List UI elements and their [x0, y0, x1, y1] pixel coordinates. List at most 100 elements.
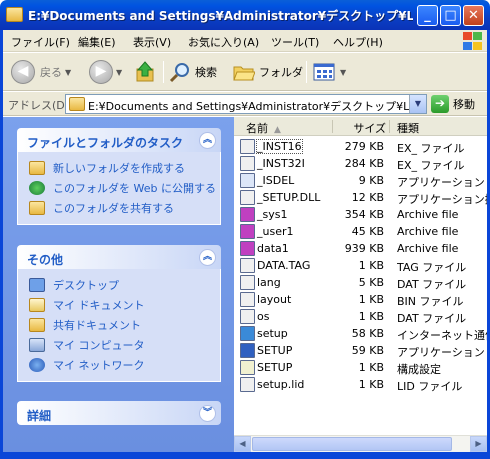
file-size: 9 KB [358, 174, 384, 187]
menu-favorites[interactable]: お気に入り(A) [188, 34, 259, 50]
file-row[interactable]: lang 5 KB DAT ファイル [234, 274, 487, 291]
chevron-down-icon[interactable]: ︾ [199, 405, 216, 422]
maximize-button[interactable]: □ [440, 5, 461, 26]
scroll-thumb[interactable] [252, 437, 452, 451]
forward-button[interactable]: ▶ ▼ [89, 59, 122, 85]
panel-title: その他 [27, 253, 64, 267]
menu-edit[interactable]: 編集(E) [78, 34, 116, 50]
file-size: 1 KB [358, 378, 384, 391]
file-row[interactable]: data1 939 KB Archive file [234, 240, 487, 257]
address-dropdown-button[interactable]: ▼ [409, 95, 426, 113]
my-network-link[interactable]: マイ ネットワーク [18, 355, 220, 375]
search-icon [169, 63, 189, 83]
file-size: 1 KB [358, 293, 384, 306]
file-row[interactable]: _INST16 279 KB EX_ ファイル [234, 138, 487, 155]
chevron-up-icon[interactable]: ︽ [199, 249, 216, 266]
menu-view[interactable]: 表示(V) [133, 34, 171, 50]
file-icon [240, 190, 255, 205]
file-name: lang [257, 276, 281, 289]
search-label: 検索 [195, 66, 217, 79]
file-row[interactable]: DATA.TAG 1 KB TAG ファイル [234, 257, 487, 274]
panel-title: 詳細 [27, 409, 52, 423]
panel-header[interactable]: 詳細 ︾ [17, 401, 221, 425]
file-row[interactable]: _SETUP.DLL 12 KB アプリケーション拡張 [234, 189, 487, 206]
file-icon [240, 207, 255, 222]
publish-web-task[interactable]: このフォルダを Web に公開する [18, 178, 220, 198]
task-label: 共有ドキュメント [53, 319, 141, 332]
panel-header[interactable]: ファイルとフォルダのタスク ︽ [17, 128, 221, 152]
file-row[interactable]: SETUP 59 KB アプリケーション [234, 342, 487, 359]
column-type-header[interactable]: 種類 [397, 120, 419, 136]
my-computer-link[interactable]: マイ コンピュータ [18, 335, 220, 355]
file-type: Archive file [397, 225, 459, 238]
horizontal-scrollbar[interactable]: ◀ ▶ [234, 435, 487, 452]
views-button[interactable]: ▼ [313, 59, 346, 85]
go-button[interactable]: ➔ 移動 [431, 95, 475, 113]
desktop-link[interactable]: デスクトップ [18, 275, 220, 295]
up-folder-button[interactable] [135, 59, 157, 85]
file-name: _INST32I [257, 157, 305, 170]
my-computer-icon [29, 338, 45, 352]
file-type: EX_ ファイル [397, 142, 465, 155]
file-icon [240, 360, 255, 375]
file-row[interactable]: os 1 KB DAT ファイル [234, 308, 487, 325]
my-documents-link[interactable]: マイ ドキュメント [18, 295, 220, 315]
file-row[interactable]: setup 58 KB インターネット通信設定 [234, 325, 487, 342]
minimize-button[interactable]: _ [417, 5, 438, 26]
folders-button[interactable]: フォルダ [233, 59, 303, 85]
menu-tools[interactable]: ツール(T) [271, 34, 319, 50]
column-size-header[interactable]: サイズ [342, 120, 386, 136]
shared-folder-icon [29, 201, 45, 215]
file-row[interactable]: SETUP 1 KB 構成設定 [234, 359, 487, 376]
chevron-up-icon[interactable]: ︽ [199, 132, 216, 149]
file-row[interactable]: setup.lid 1 KB LID ファイル [234, 376, 487, 393]
my-network-icon [29, 358, 45, 372]
forward-arrow-icon: ▶ [89, 60, 113, 84]
file-name: _ISDEL [257, 174, 295, 187]
file-icon [240, 139, 255, 154]
sort-ascending-icon: ▲ [274, 125, 281, 135]
file-name: SETUP [257, 344, 293, 357]
file-row[interactable]: _INST32I 284 KB EX_ ファイル [234, 155, 487, 172]
go-arrow-icon: ➔ [431, 95, 449, 113]
file-icon [240, 258, 255, 273]
task-label: マイ コンピュータ [53, 339, 145, 352]
scroll-right-icon[interactable]: ▶ [470, 436, 487, 452]
file-type: インターネット通信設定 [397, 329, 487, 342]
file-name: DATA.TAG [257, 259, 311, 272]
file-row[interactable]: _ISDEL 9 KB アプリケーション [234, 172, 487, 189]
window-title: E:¥Documents and Settings¥Administrator¥… [28, 9, 413, 23]
column-header: 名前 ▲ サイズ 種類 [234, 117, 487, 136]
address-input[interactable]: E:¥Documents and Settings¥Administrator¥… [65, 94, 427, 114]
file-icon [240, 326, 255, 341]
new-folder-task[interactable]: 新しいフォルダを作成する [18, 158, 220, 178]
search-button[interactable]: 検索 [169, 59, 217, 85]
back-label: 戻る [40, 66, 62, 79]
share-folder-task[interactable]: このフォルダを共有する [18, 198, 220, 218]
file-icon [240, 343, 255, 358]
file-name: layout [257, 293, 292, 306]
file-type: BIN ファイル [397, 295, 464, 308]
toolbar: ◀ 戻る ▼ ▶ ▼ 検索 フォルダ ▼ [3, 53, 487, 91]
file-icon [240, 275, 255, 290]
scroll-left-icon[interactable]: ◀ [234, 436, 251, 452]
column-label: 名前 [246, 122, 268, 135]
shared-documents-link[interactable]: 共有ドキュメント [18, 315, 220, 335]
file-size: 45 KB [351, 225, 384, 238]
folders-label: フォルダ [259, 66, 303, 79]
file-icon [240, 224, 255, 239]
back-button[interactable]: ◀ 戻る ▼ [11, 59, 71, 85]
file-row[interactable]: layout 1 KB BIN ファイル [234, 291, 487, 308]
file-size: 354 KB [344, 208, 384, 221]
file-type: Archive file [397, 242, 459, 255]
file-row[interactable]: _sys1 354 KB Archive file [234, 206, 487, 223]
menu-file[interactable]: ファイル(F) [11, 34, 70, 50]
column-name-header[interactable]: 名前 ▲ [246, 120, 281, 136]
file-type: DAT ファイル [397, 312, 467, 325]
up-folder-icon [136, 61, 154, 82]
close-button[interactable]: ✕ [463, 5, 484, 26]
menu-help[interactable]: ヘルプ(H) [333, 34, 383, 50]
file-row[interactable]: _user1 45 KB Archive file [234, 223, 487, 240]
panel-header[interactable]: その他 ︽ [17, 245, 221, 269]
file-size: 1 KB [358, 310, 384, 323]
